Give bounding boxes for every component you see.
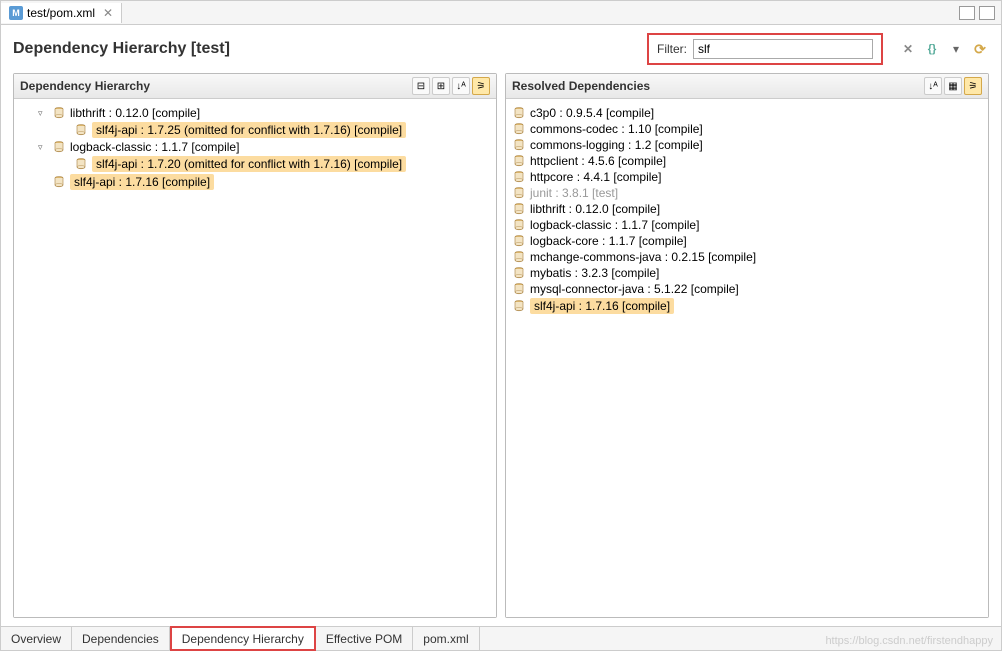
jar-icon — [512, 186, 526, 200]
dependency-label: commons-codec : 1.10 [compile] — [530, 122, 703, 136]
refresh-icon[interactable] — [971, 40, 989, 58]
dependency-label: libthrift : 0.12.0 [compile] — [530, 202, 660, 216]
dependency-label: slf4j-api : 1.7.16 [compile] — [530, 298, 674, 314]
list-item[interactable]: mysql-connector-java : 5.1.22 [compile] — [510, 281, 984, 297]
title-row: Dependency Hierarchy [test] Filter: — [1, 25, 1001, 73]
tree-row[interactable]: ▿ logback-classic : 1.1.7 [compile] — [18, 139, 492, 155]
sort-icon[interactable]: ↓ᴬ — [924, 77, 942, 95]
right-panel-title: Resolved Dependencies — [512, 79, 650, 93]
list-item[interactable]: junit : 3.8.1 [test] — [510, 185, 984, 201]
expander-icon[interactable]: ▿ — [38, 142, 48, 153]
jar-icon — [74, 157, 88, 171]
jar-icon — [512, 202, 526, 216]
sort-icon[interactable]: ↓ᴬ — [452, 77, 470, 95]
dependency-label: logback-classic : 1.1.7 [compile] — [530, 218, 699, 232]
file-tab[interactable]: M test/pom.xml ✕ — [1, 3, 122, 23]
tree-row[interactable]: slf4j-api : 1.7.25 (omitted for conflict… — [18, 121, 492, 139]
jar-icon — [52, 175, 66, 189]
dependency-hierarchy-panel: Dependency Hierarchy ⊟ ⊞ ↓ᴬ ⚞ ▿ libthrift… — [13, 73, 497, 618]
maximize-button[interactable] — [979, 6, 995, 20]
right-panel-header: Resolved Dependencies ↓ᴬ ▦ ⚞ — [506, 74, 988, 99]
right-panel-tools: ↓ᴬ ▦ ⚞ — [924, 77, 982, 95]
tree-row[interactable]: slf4j-api : 1.7.20 (omitted for conflict… — [18, 155, 492, 173]
filter-toggle-icon[interactable]: ⚞ — [964, 77, 982, 95]
window-controls — [959, 6, 1001, 20]
filter-label: Filter: — [657, 42, 687, 56]
jar-icon — [512, 170, 526, 184]
editor-tab-bar: M test/pom.xml ✕ — [1, 1, 1001, 25]
expander-icon[interactable]: ▿ — [38, 108, 48, 119]
collapse-all-icon[interactable]: ⊟ — [412, 77, 430, 95]
jar-icon — [512, 282, 526, 296]
jar-icon — [74, 123, 88, 137]
clear-filter-icon[interactable] — [899, 40, 917, 58]
file-tab-label: test/pom.xml — [27, 6, 95, 20]
list-item[interactable]: httpclient : 4.5.6 [compile] — [510, 153, 984, 169]
right-panel-body[interactable]: c3p0 : 0.9.5.4 [compile] commons-codec : … — [506, 99, 988, 617]
dependency-label: mchange-commons-java : 0.2.15 [compile] — [530, 250, 756, 264]
list-item[interactable]: c3p0 : 0.9.5.4 [compile] — [510, 105, 984, 121]
list-item[interactable]: libthrift : 0.12.0 [compile] — [510, 201, 984, 217]
dependency-label: httpcore : 4.4.1 [compile] — [530, 170, 661, 184]
jar-icon — [512, 234, 526, 248]
title-toolbar — [891, 40, 989, 58]
left-panel-header: Dependency Hierarchy ⊟ ⊞ ↓ᴬ ⚞ — [14, 74, 496, 99]
dependency-label: slf4j-api : 1.7.20 (omitted for conflict… — [92, 156, 406, 172]
dependency-label: mybatis : 3.2.3 [compile] — [530, 266, 659, 280]
list-item[interactable]: mybatis : 3.2.3 [compile] — [510, 265, 984, 281]
left-panel-title: Dependency Hierarchy — [20, 79, 150, 93]
jar-icon — [512, 266, 526, 280]
dependency-label: junit : 3.8.1 [test] — [530, 186, 618, 200]
brackets-icon[interactable] — [923, 40, 941, 58]
list-item[interactable]: slf4j-api : 1.7.16 [compile] — [510, 297, 984, 315]
expand-all-icon[interactable]: ⊞ — [432, 77, 450, 95]
dropdown-icon[interactable] — [947, 40, 965, 58]
jar-icon — [512, 218, 526, 232]
jar-icon — [512, 154, 526, 168]
dependency-label: slf4j-api : 1.7.25 (omitted for conflict… — [92, 122, 406, 138]
list-item[interactable]: mchange-commons-java : 0.2.15 [compile] — [510, 249, 984, 265]
list-item[interactable]: logback-core : 1.1.7 [compile] — [510, 233, 984, 249]
jar-icon — [52, 140, 66, 154]
bottom-tab-bar: OverviewDependenciesDependency Hierarchy… — [1, 626, 1001, 650]
page-title: Dependency Hierarchy [test] — [13, 40, 230, 58]
dependency-label: libthrift : 0.12.0 [compile] — [70, 106, 200, 120]
tab-dependency-hierarchy[interactable]: Dependency Hierarchy — [170, 626, 316, 651]
jar-icon — [512, 299, 526, 313]
tab-overview[interactable]: Overview — [1, 627, 72, 650]
list-item[interactable]: commons-codec : 1.10 [compile] — [510, 121, 984, 137]
filter-input[interactable] — [693, 39, 873, 59]
maven-file-icon: M — [9, 6, 23, 20]
left-panel-body[interactable]: ▿ libthrift : 0.12.0 [compile] slf4j-api :… — [14, 99, 496, 617]
dependency-label: httpclient : 4.5.6 [compile] — [530, 154, 666, 168]
jar-icon — [52, 106, 66, 120]
tab-pom-xml[interactable]: pom.xml — [413, 627, 479, 650]
dependency-label: slf4j-api : 1.7.16 [compile] — [70, 174, 214, 190]
minimize-button[interactable] — [959, 6, 975, 20]
tree-row[interactable]: ▿ libthrift : 0.12.0 [compile] — [18, 105, 492, 121]
group-icon[interactable]: ▦ — [944, 77, 962, 95]
panels-container: Dependency Hierarchy ⊟ ⊞ ↓ᴬ ⚞ ▿ libthrift… — [1, 73, 1001, 626]
dependency-label: logback-classic : 1.1.7 [compile] — [70, 140, 239, 154]
jar-icon — [512, 250, 526, 264]
filter-box: Filter: — [647, 33, 883, 65]
list-item[interactable]: httpcore : 4.4.1 [compile] — [510, 169, 984, 185]
list-item[interactable]: commons-logging : 1.2 [compile] — [510, 137, 984, 153]
tree-row[interactable]: slf4j-api : 1.7.16 [compile] — [18, 173, 492, 191]
tab-effective-pom[interactable]: Effective POM — [316, 627, 413, 650]
dependency-label: mysql-connector-java : 5.1.22 [compile] — [530, 282, 739, 296]
tab-dependencies[interactable]: Dependencies — [72, 627, 170, 650]
close-icon[interactable]: ✕ — [103, 6, 113, 20]
watermark: https://blog.csdn.net/firstendhappy — [825, 635, 993, 647]
dependency-label: logback-core : 1.1.7 [compile] — [530, 234, 687, 248]
jar-icon — [512, 122, 526, 136]
left-panel-tools: ⊟ ⊞ ↓ᴬ ⚞ — [412, 77, 490, 95]
filter-toggle-icon[interactable]: ⚞ — [472, 77, 490, 95]
dependency-label: commons-logging : 1.2 [compile] — [530, 138, 703, 152]
dependency-label: c3p0 : 0.9.5.4 [compile] — [530, 106, 654, 120]
list-item[interactable]: logback-classic : 1.1.7 [compile] — [510, 217, 984, 233]
jar-icon — [512, 106, 526, 120]
resolved-dependencies-panel: Resolved Dependencies ↓ᴬ ▦ ⚞ c3p0 : 0.9.… — [505, 73, 989, 618]
jar-icon — [512, 138, 526, 152]
